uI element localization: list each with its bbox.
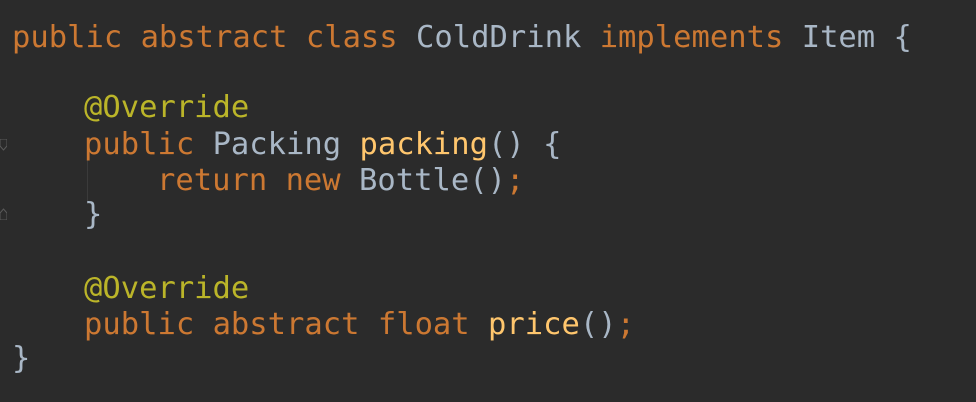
keyword-new: new bbox=[285, 163, 341, 198]
code-line-9[interactable]: public abstract float price(); bbox=[12, 307, 635, 343]
code-line-4[interactable]: public Packing packing() { bbox=[12, 127, 562, 163]
fold-end-icon[interactable] bbox=[0, 208, 7, 220]
keyword-class: class bbox=[305, 20, 398, 55]
code-editor[interactable]: public abstract class ColdDrink implemen… bbox=[0, 0, 976, 402]
parentheses: () bbox=[579, 307, 617, 342]
fold-start-icon[interactable] bbox=[0, 139, 7, 151]
code-line-3[interactable]: @Override bbox=[12, 90, 249, 126]
class-name: ColdDrink bbox=[416, 20, 582, 55]
keyword-public: public bbox=[84, 127, 195, 162]
interface-name: Item bbox=[801, 20, 876, 55]
parentheses: () bbox=[488, 127, 525, 162]
keyword-implements: implements bbox=[599, 20, 784, 55]
keyword-return: return bbox=[157, 163, 268, 198]
parentheses: () bbox=[469, 163, 506, 198]
method-name: packing bbox=[359, 127, 489, 162]
return-type: Packing bbox=[212, 127, 342, 162]
semicolon: ; bbox=[616, 307, 635, 342]
annotation-override: @Override bbox=[84, 90, 250, 125]
code-line-10[interactable]: } bbox=[12, 341, 30, 377]
method-name: price bbox=[488, 307, 580, 342]
constructor-name: Bottle bbox=[359, 163, 470, 198]
annotation-override: @Override bbox=[84, 271, 250, 306]
code-line-6[interactable]: } bbox=[12, 197, 102, 233]
code-line-1[interactable]: public abstract class ColdDrink implemen… bbox=[12, 20, 912, 56]
keyword-float: float bbox=[377, 307, 470, 342]
open-brace: { bbox=[893, 20, 912, 55]
open-brace: { bbox=[543, 127, 562, 162]
close-brace: } bbox=[12, 341, 31, 376]
close-brace: } bbox=[84, 197, 103, 232]
semicolon: ; bbox=[505, 163, 525, 198]
code-line-5[interactable]: return new Bottle(); bbox=[12, 163, 524, 199]
code-line-8[interactable]: @Override bbox=[12, 271, 249, 307]
keyword-abstract: abstract bbox=[212, 307, 360, 342]
keyword-public: public bbox=[12, 20, 123, 55]
keyword-abstract: abstract bbox=[140, 20, 288, 55]
keyword-public: public bbox=[84, 307, 195, 342]
